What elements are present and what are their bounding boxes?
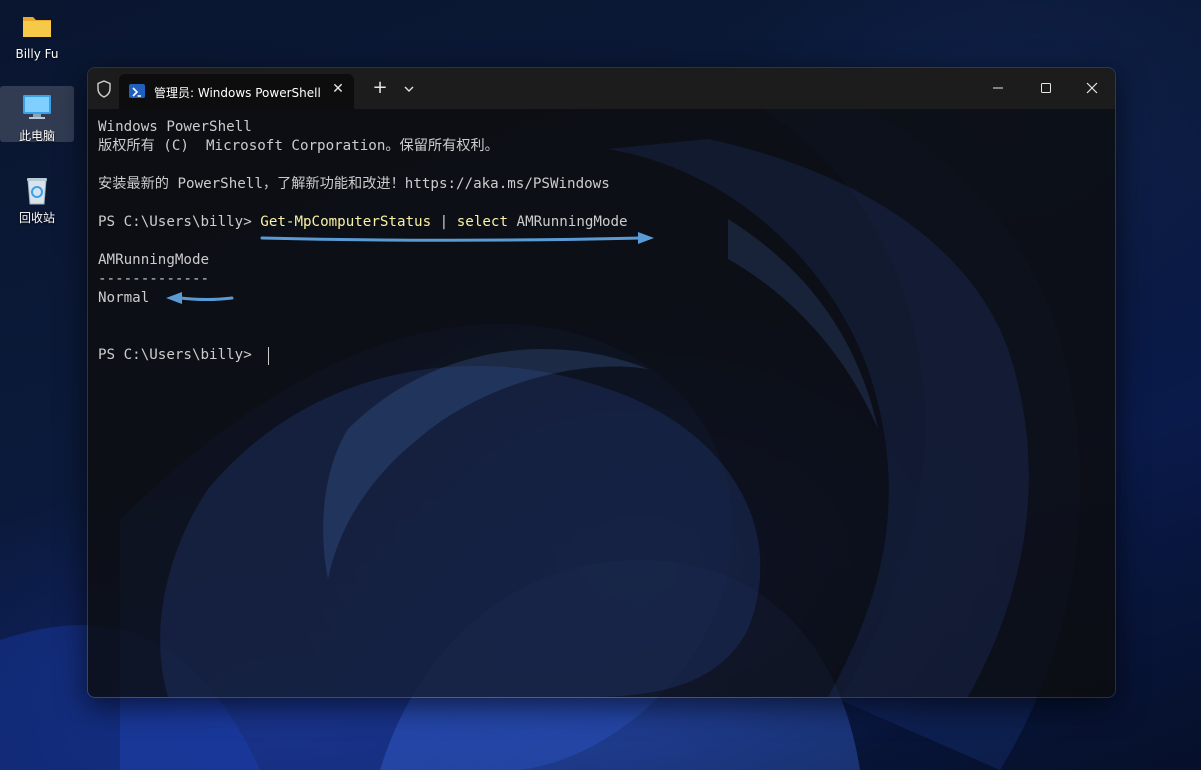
desktop-icon-this-pc[interactable]: 此电脑 [0,86,74,143]
prompt: PS C:\Users\billy> [98,214,261,230]
output-column-rule: ------------- [98,271,210,287]
console-line-prompt: PS C:\Users\billy> [98,347,261,363]
tab-title: 管理员: Windows PowerShell [154,86,321,100]
console-line-header2: 版权所有 (C) Microsoft Corporation。保留所有权利。 [98,138,499,154]
command-name: Get-MpComputerStatus [260,214,432,230]
output-value: Normal [98,290,150,306]
minimize-icon [993,87,1003,89]
arrow-right-icon [260,232,654,244]
new-tab-plus-icon[interactable]: + [371,79,389,98]
console-line-header3: 安装最新的 PowerShell，了解新功能和改进！https://aka.ms… [98,176,610,192]
arrow-left-icon [166,292,234,304]
recycle-bin-icon [21,174,53,206]
command-argument: AMRunningMode [508,214,628,230]
tab-powershell[interactable]: 管理员: Windows PowerShell ✕ [119,74,354,109]
console-background [160,139,1029,697]
close-window-button[interactable] [1069,68,1115,108]
maximize-button[interactable] [1023,68,1069,108]
desktop-icon-recycle-bin[interactable]: 回收站 [0,166,74,226]
pipe-operator: | [431,214,457,230]
text-cursor [268,347,269,365]
computer-icon [21,92,53,124]
powershell-icon [129,84,145,98]
title-bar[interactable]: 管理员: Windows PowerShell ✕ + [88,68,1115,109]
maximize-icon [1041,83,1051,93]
close-tab-icon[interactable]: ✕ [329,80,347,98]
close-icon [1086,82,1098,94]
folder-icon [21,10,53,42]
output-column-header: AMRunningMode [98,252,210,268]
shield-icon [96,80,112,98]
console-output[interactable]: Windows PowerShell 版权所有 (C) Microsoft Co… [88,109,1115,697]
desktop-icon-label: Billy Fu [15,47,59,61]
desktop-icon-label: 此电脑 [18,129,55,143]
minimize-button[interactable] [975,68,1021,108]
command-select: select [456,214,509,230]
desktop-icon-user-folder[interactable]: Billy Fu [0,2,74,64]
console-line-header1: Windows PowerShell [98,119,252,135]
desktop-icon-label: 回收站 [18,211,55,225]
chevron-down-icon[interactable] [401,81,417,97]
terminal-window: 管理员: Windows PowerShell ✕ + Windows Powe… [87,67,1116,698]
